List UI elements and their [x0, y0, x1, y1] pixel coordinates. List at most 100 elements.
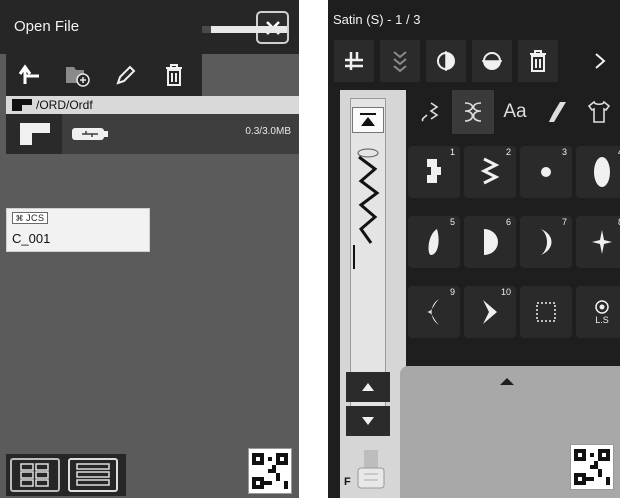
satin-crescent-icon — [541, 229, 552, 255]
drawer-toggle-icon[interactable] — [500, 378, 514, 385]
dotted-square-icon — [536, 302, 556, 322]
storage-usage-fill — [202, 26, 211, 33]
qr-code — [248, 448, 292, 494]
grid-view-icon — [20, 463, 49, 487]
presser-foot-label: F — [344, 476, 351, 488]
stitch-tile[interactable]: 10 — [464, 286, 516, 338]
new-folder-icon — [66, 67, 90, 87]
list-view-button[interactable] — [68, 458, 118, 492]
align-top-icon — [360, 113, 376, 126]
stitch-category-tabs: Aa — [410, 90, 620, 134]
stitch-tile[interactable]: 4 — [576, 146, 620, 198]
text-icon: Aa — [503, 101, 527, 122]
file-toolbar — [6, 54, 202, 96]
breadcrumb: /ORD/Ordf — [6, 96, 299, 114]
mirror-horizontal-button[interactable] — [426, 40, 466, 82]
align-top-button[interactable] — [352, 107, 384, 133]
triangle-up-icon — [362, 383, 374, 391]
list-view-icon — [76, 463, 110, 486]
flip-icon — [482, 52, 502, 70]
mirror-vertical-button[interactable] — [380, 40, 420, 82]
tab-decorative[interactable] — [536, 90, 578, 134]
stitch-tile[interactable]: 3 — [520, 146, 572, 198]
view-mode-toggle — [6, 454, 126, 496]
file-type-badge: ⌘ JCS — [12, 212, 48, 224]
machine-icon — [12, 99, 32, 111]
ribbon-icon — [547, 102, 566, 123]
file-list-item[interactable]: ⌘ JCS C_001 — [6, 208, 150, 252]
tab-garment[interactable] — [578, 90, 620, 134]
ls-label: L.S — [595, 314, 609, 325]
stitch-tile[interactable]: 8 — [576, 216, 620, 268]
back-button[interactable] — [8, 57, 52, 93]
tab-usb[interactable] — [62, 114, 118, 154]
panel-title: Open File — [14, 18, 80, 35]
open-file-panel: Open File /ORD/Ordf 0.3/3.0MB ⌘ JCS C_00… — [0, 0, 299, 498]
next-page-button[interactable] — [580, 40, 620, 82]
delete-button[interactable] — [518, 40, 558, 82]
stitch-tile[interactable] — [520, 286, 572, 338]
stitch-number: 6 — [505, 217, 511, 227]
stitch-tile[interactable]: 9 — [408, 286, 460, 338]
stitch-number: 7 — [561, 217, 567, 227]
stitch-tile[interactable]: 1 — [408, 146, 460, 198]
file-type-label: JCS — [25, 213, 45, 223]
stitch-number: 2 — [505, 147, 511, 157]
delete-button[interactable] — [152, 57, 196, 93]
stitch-grid: 1 2 3 4 5 6 7 8 — [406, 140, 620, 370]
preview-column: F — [340, 90, 406, 498]
satin-half-circle-icon — [484, 229, 498, 255]
tab-machine-memory[interactable] — [6, 114, 62, 154]
stitch-tile[interactable]: 7 — [520, 216, 572, 268]
chevron-right-icon — [595, 53, 606, 69]
satin-leaf-icon — [427, 299, 439, 325]
shirt-icon — [587, 100, 611, 123]
new-folder-button[interactable] — [56, 57, 100, 93]
target-icon — [595, 299, 609, 314]
stitch-number: 10 — [500, 287, 511, 297]
tab-utility-stitches[interactable] — [410, 90, 452, 134]
satin-zigzag-icon — [480, 157, 500, 185]
rename-pencil-icon — [116, 65, 136, 85]
path-text: /ORD/Ordf — [36, 98, 93, 112]
satin-teardrop-icon — [428, 229, 439, 255]
tab-text[interactable]: Aa — [494, 90, 536, 134]
position-icon — [345, 52, 363, 70]
qr-code — [570, 444, 614, 490]
scroll-up-button[interactable] — [346, 372, 390, 402]
stitch-icon — [421, 102, 439, 122]
triangle-down-icon — [362, 417, 374, 425]
back-arrow-icon — [18, 64, 39, 84]
stitch-selection-panel: Satin (S) - 1 / 3 F Aa 1 2 3 5 6 7 9 10 … — [328, 0, 620, 498]
embroidery-icon: ⌘ — [15, 213, 24, 223]
grid-view-button[interactable] — [10, 458, 60, 492]
panel-title: Satin (S) - 1 / 3 — [333, 12, 421, 27]
scroll-down-button[interactable] — [346, 406, 390, 436]
edit-drawer — [400, 366, 620, 498]
satin-icon — [464, 102, 482, 122]
file-name: C_001 — [12, 231, 51, 246]
storage-usage-bar — [202, 26, 287, 33]
rename-button[interactable] — [104, 57, 148, 93]
stitch-tile[interactable]: 5 — [408, 216, 460, 268]
delete-trash-icon — [530, 50, 546, 72]
sewing-machine-icon — [20, 123, 50, 145]
tab-satin-stitches[interactable] — [452, 90, 494, 134]
stitch-number: 5 — [449, 217, 455, 227]
position-button[interactable] — [334, 40, 374, 82]
satin-oval-icon — [594, 157, 610, 187]
satin-star-icon — [592, 230, 612, 254]
satin-dot-icon — [541, 167, 551, 177]
stitch-number: 9 — [449, 287, 455, 297]
long-stitch-button[interactable]: L.S — [576, 286, 620, 338]
usb-icon — [72, 128, 108, 140]
flip-button[interactable] — [472, 40, 512, 82]
stitch-tile[interactable]: 6 — [464, 216, 516, 268]
mirror-horizontal-icon — [437, 51, 455, 71]
presser-foot-indicator: F — [340, 444, 406, 498]
delete-trash-icon — [166, 64, 182, 86]
storage-device-tabs: 0.3/3.0MB — [6, 114, 299, 154]
mirror-vertical-icon — [393, 51, 407, 73]
stitch-tile[interactable]: 2 — [464, 146, 516, 198]
satin-step-icon — [427, 159, 441, 183]
